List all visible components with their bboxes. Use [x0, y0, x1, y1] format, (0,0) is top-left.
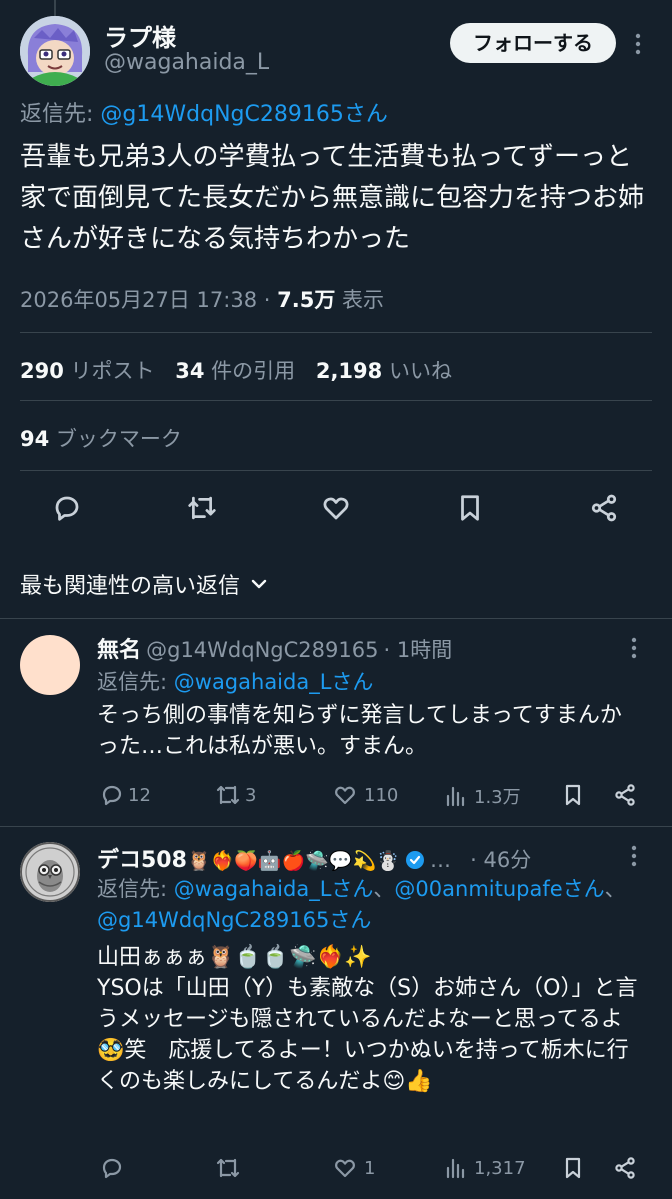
- reply-time[interactable]: · 46分: [470, 848, 531, 872]
- reply-action-views[interactable]: 1,317: [444, 1156, 526, 1180]
- reply-icon: [100, 1156, 124, 1180]
- like-count: 1: [364, 1157, 376, 1179]
- reply-author-name[interactable]: 無名: [97, 638, 141, 663]
- chevron-down-icon: [250, 577, 268, 591]
- reply-author-handle[interactable]: @g14WdqNgC289165: [146, 638, 378, 662]
- likes-label: いいね: [388, 359, 452, 383]
- reposts-count: 290: [20, 359, 64, 383]
- like-count: 110: [364, 784, 399, 806]
- timestamp[interactable]: 2026年05月27日 17:38: [20, 288, 257, 312]
- reply-separator: 、: [604, 877, 626, 901]
- bookmarks-count: 94: [20, 427, 50, 451]
- sort-label: 最も関連性の高い返信: [20, 574, 241, 599]
- owl-coin-illustration: [20, 842, 80, 902]
- reply-avatar[interactable]: [20, 635, 80, 695]
- reply-header: 無名 @g14WdqNgC289165 · 1時間: [97, 632, 452, 664]
- views-count: 1.3万: [474, 787, 521, 808]
- reposts-label: リポスト: [70, 359, 155, 383]
- reply-text: そっち側の事情を知らずに発言してしまってすまんかった…これは私が悪い。すまん。: [97, 703, 622, 759]
- quotes-stat[interactable]: 34 件の引用: [175, 359, 302, 383]
- views-icon: [444, 784, 468, 808]
- like-icon: [332, 1156, 358, 1180]
- reply-count: 12: [128, 784, 151, 806]
- engagement-stats: 290 リポスト 34 件の引用 2,198 いいね: [20, 355, 452, 385]
- more-options-icon[interactable]: [622, 636, 646, 660]
- reply-to-link[interactable]: @wagahaida_Lさん: [174, 670, 374, 694]
- bookmark-icon[interactable]: [562, 783, 584, 807]
- reply-to-link[interactable]: @wagahaida_Lさん: [174, 877, 374, 901]
- author-handle[interactable]: @wagahaida_L: [104, 50, 269, 75]
- views-label: 表示: [342, 288, 385, 312]
- follow-button[interactable]: フォローする: [450, 23, 616, 63]
- divider: [0, 826, 672, 827]
- reply-icon[interactable]: [52, 493, 82, 523]
- reply-prefix: 返信先:: [97, 877, 168, 901]
- bookmark-icon[interactable]: [456, 493, 484, 523]
- meta-dot: ·: [263, 288, 271, 312]
- author-avatar[interactable]: [20, 16, 90, 86]
- reply-icon: [100, 783, 124, 807]
- reply-action-reply[interactable]: [100, 1156, 128, 1180]
- like-icon[interactable]: [321, 493, 351, 523]
- divider: [20, 332, 652, 333]
- divider: [20, 470, 652, 471]
- reply-author-name[interactable]: デコ508: [97, 848, 187, 873]
- reply-to-link[interactable]: @g14WdqNgC289165さん: [100, 102, 387, 127]
- more-options-icon[interactable]: [622, 844, 646, 868]
- bookmarks-label: ブックマーク: [55, 427, 182, 451]
- share-icon[interactable]: [589, 493, 619, 523]
- reply-action-reply[interactable]: 12: [100, 783, 151, 807]
- reply-action-like[interactable]: 1: [332, 1156, 375, 1180]
- reply-text: 山田ぁぁぁ🦉🍵🍵🛸❤️‍🔥✨ YSOは「山田（Y）も素敵な（S）お姉さん（O）」…: [97, 942, 642, 1097]
- verified-badge-icon: [405, 850, 425, 870]
- reply-avatar[interactable]: [20, 842, 80, 902]
- reply-prefix: 返信先:: [97, 670, 168, 694]
- divider: [0, 618, 672, 619]
- avatar-illustration: [20, 16, 90, 86]
- likes-stat[interactable]: 2,198 いいね: [316, 359, 452, 383]
- reply-action-repost[interactable]: 3: [215, 783, 256, 807]
- views-count: 7.5万: [277, 288, 336, 312]
- reply-sort-selector[interactable]: 最も関連性の高い返信: [20, 568, 268, 600]
- thread-line: [54, 0, 56, 16]
- reply-header: デコ508🦉❤️‍🔥🍑🤖🍎🛸💬💫☃️ … · 46分: [97, 842, 617, 874]
- views-count: 1,317: [474, 1157, 526, 1179]
- author-name[interactable]: ラプ様: [104, 18, 176, 53]
- reply-to-line: 返信先: @wagahaida_Lさん、@00anmitupafeさん、@g14…: [97, 874, 642, 936]
- repost-count: 3: [245, 784, 257, 806]
- quotes-label: 件の引用: [211, 359, 296, 383]
- share-icon[interactable]: [613, 783, 637, 807]
- reply-action-views[interactable]: 1.3万: [444, 783, 521, 809]
- likes-count: 2,198: [315, 359, 383, 383]
- reply-action-repost[interactable]: [215, 1156, 245, 1180]
- reply-text-line: 山田ぁぁぁ🦉🍵🍵🛸❤️‍🔥✨: [97, 945, 372, 970]
- quotes-count: 34: [175, 359, 205, 383]
- like-icon: [332, 783, 358, 807]
- reply-text-body: YSOは「山田（Y）も素敵な（S）お姉さん（O）」と言うメッセージも隠されている…: [97, 976, 638, 1094]
- tweet-meta: 2026年05月27日 17:38 · 7.5万 表示: [20, 284, 384, 314]
- share-icon[interactable]: [613, 1156, 637, 1180]
- divider: [20, 400, 652, 401]
- reply-to-line: 返信先: @g14WdqNgC289165さん: [20, 96, 388, 128]
- reply-prefix: 返信先:: [20, 102, 94, 127]
- reply-author-emoji: 🦉❤️‍🔥🍑🤖🍎🛸💬💫☃️: [186, 850, 400, 872]
- reply-to-line: 返信先: @wagahaida_Lさん: [97, 666, 373, 696]
- repost-icon: [215, 783, 241, 807]
- reposts-stat[interactable]: 290 リポスト: [20, 359, 161, 383]
- repost-icon[interactable]: [186, 493, 218, 523]
- reply-to-link[interactable]: @00anmitupafeさん: [394, 877, 604, 901]
- bookmark-icon[interactable]: [562, 1156, 584, 1180]
- more-options-icon[interactable]: [632, 32, 644, 56]
- views-icon: [444, 1156, 468, 1180]
- tweet-text: 吾輩も兄弟3人の学費払って生活費も払ってずーっと家で面倒見てた長女だから無意識に…: [20, 142, 645, 254]
- repost-icon: [215, 1156, 241, 1180]
- reply-name-ellipsis: …: [430, 848, 452, 872]
- reply-time[interactable]: · 1時間: [384, 638, 453, 662]
- reply-separator: 、: [373, 877, 395, 901]
- bookmarks-stat[interactable]: 94 ブックマーク: [20, 423, 182, 453]
- reply-action-like[interactable]: 110: [332, 783, 398, 807]
- reply-to-link[interactable]: @g14WdqNgC289165さん: [97, 908, 371, 932]
